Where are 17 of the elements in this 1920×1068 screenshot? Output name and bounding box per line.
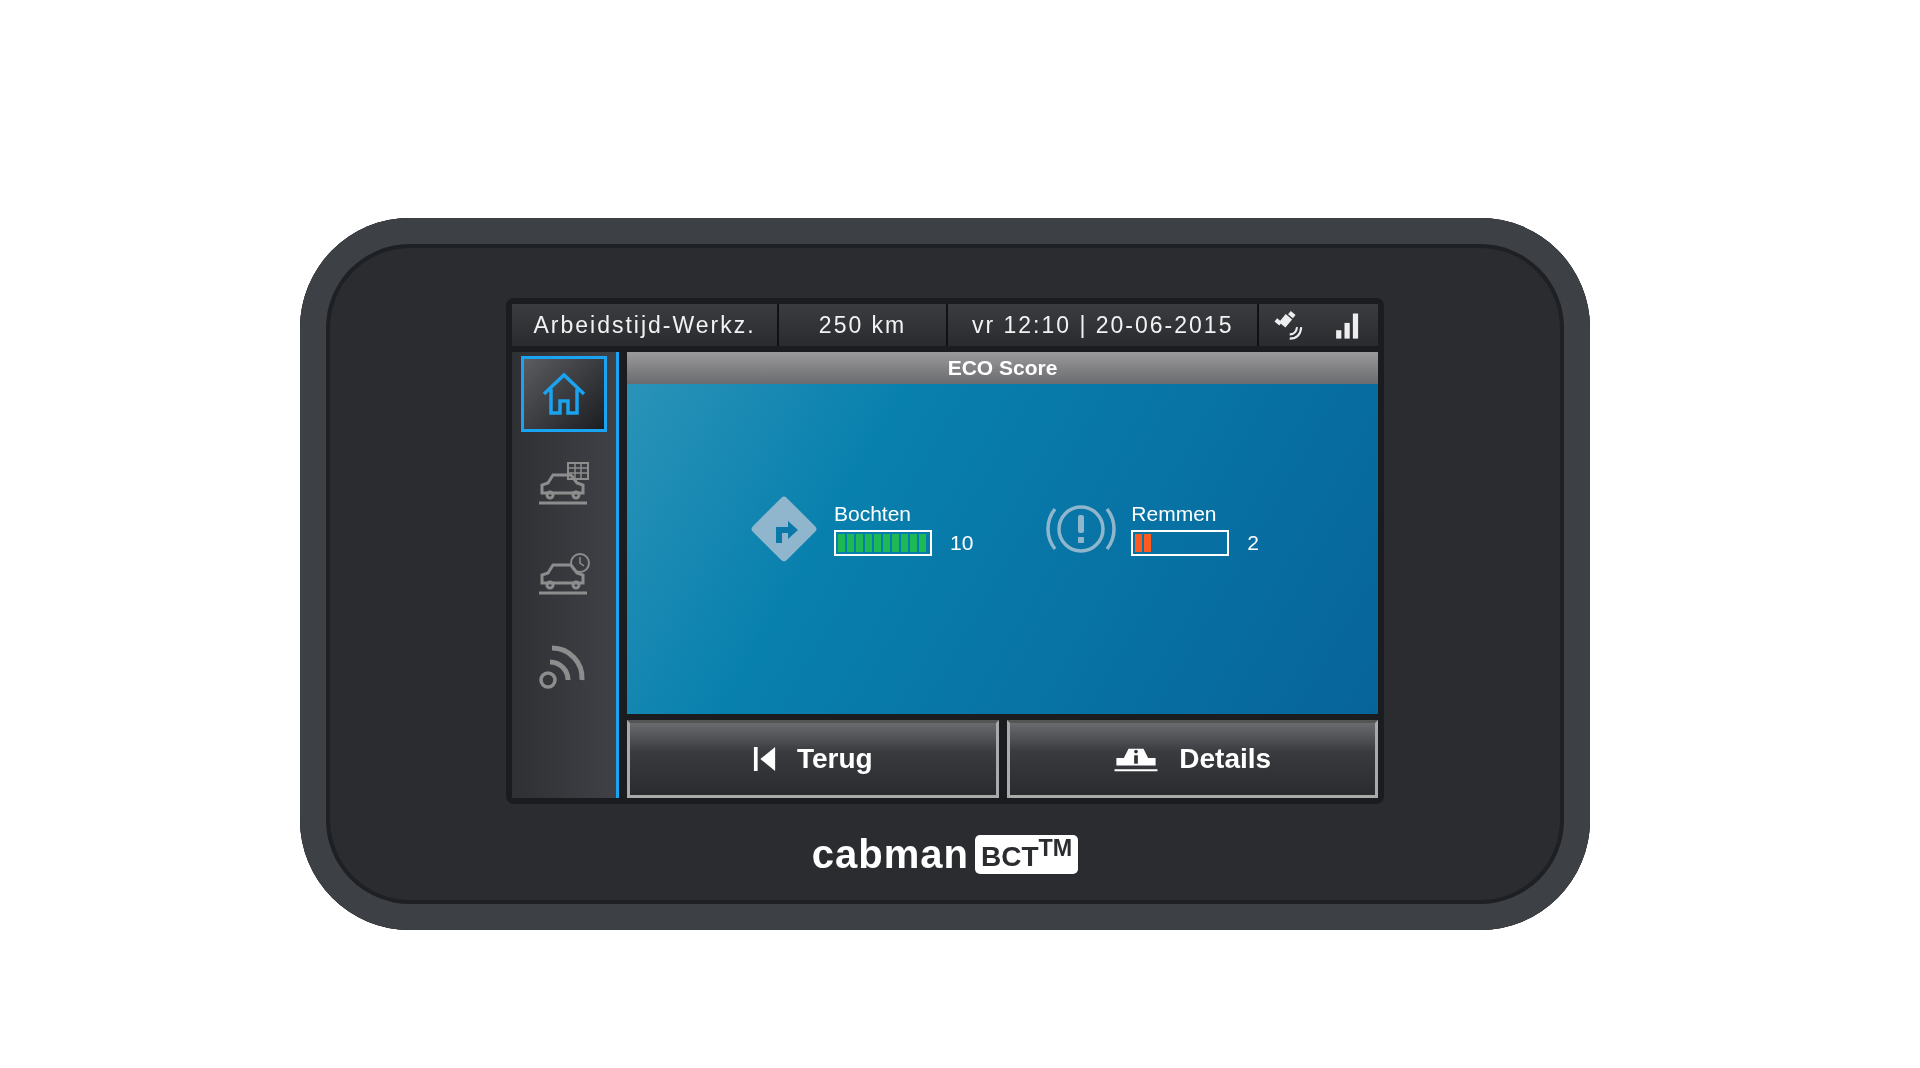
metric-label: Remmen xyxy=(1131,502,1218,526)
satellite-icon xyxy=(1273,309,1305,341)
mode-label: Arbeidstijd-Werkz. xyxy=(512,304,780,346)
panel-title: ECO Score xyxy=(627,352,1378,384)
home-tab[interactable] xyxy=(521,356,607,432)
brand-badge: BCT$^{TM}$ xyxy=(974,835,1079,874)
brand-logo: cabman xyxy=(811,832,969,877)
car-table-icon xyxy=(536,461,592,507)
skip-back-icon xyxy=(752,745,777,773)
score-value: 10 xyxy=(949,531,974,555)
datetime-label: vr 12:10 | 20-06-2015 xyxy=(948,304,1260,346)
score-value: 2 xyxy=(1247,531,1259,555)
car-clock-icon xyxy=(536,551,592,597)
back-button[interactable]: Terug xyxy=(627,720,999,798)
metric-label: Bochten xyxy=(833,502,913,526)
details-button[interactable]: Details xyxy=(1006,720,1378,798)
distance-label: 250 km xyxy=(779,304,949,346)
